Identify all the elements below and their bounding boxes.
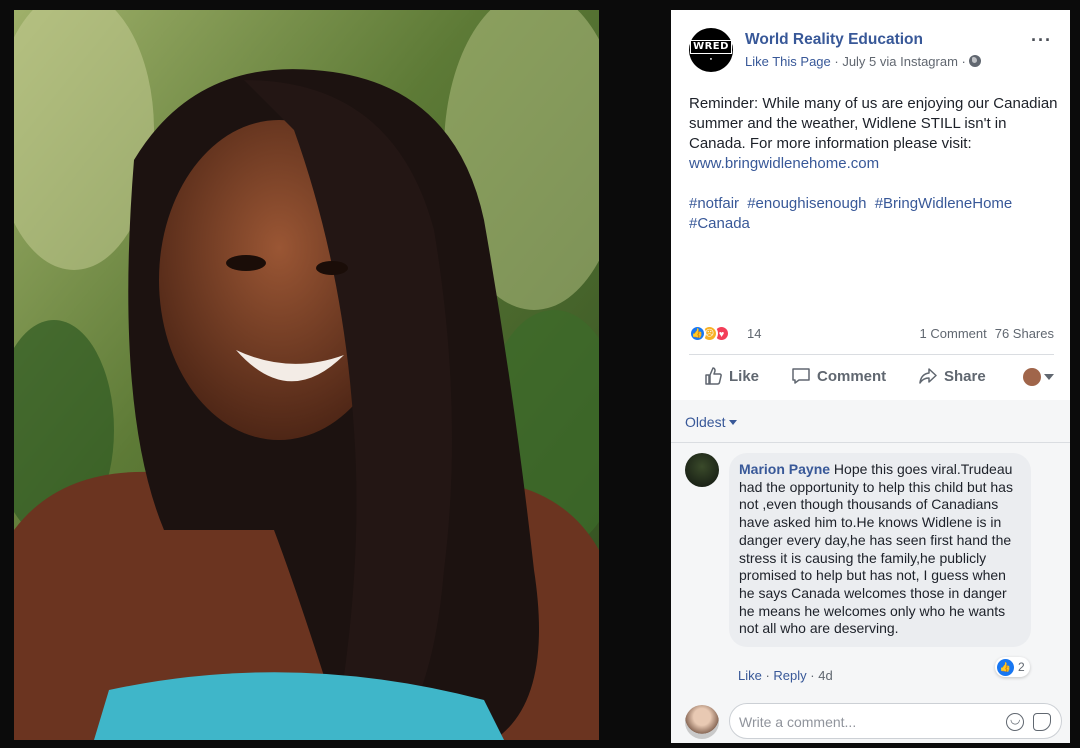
emoji-icon[interactable] xyxy=(1006,712,1024,731)
separator: · xyxy=(761,668,774,683)
post-actions: Like Comment Share xyxy=(689,362,1054,392)
portrait-image xyxy=(14,10,599,740)
like-label: Like xyxy=(729,367,760,385)
page-name-link[interactable]: World Reality Education xyxy=(745,31,923,49)
comment-as-selector[interactable] xyxy=(1023,368,1054,386)
separator: · xyxy=(806,668,819,683)
page-avatar[interactable]: WRED ● xyxy=(689,28,733,72)
comment-bubble: Marion Payne Hope this goes viral.Trudea… xyxy=(729,453,1031,648)
comment-icon xyxy=(792,368,810,384)
hashtag-link[interactable]: #Canada xyxy=(689,215,750,232)
thumbs-up-icon xyxy=(705,367,722,385)
post-header: WRED ● World Reality Education Like This… xyxy=(689,28,1056,74)
hashtag-link[interactable]: #BringWidleneHome xyxy=(875,195,1013,212)
comment-text: Hope this goes viral.Trudeau had the opp… xyxy=(739,461,1013,637)
globe-icon xyxy=(969,55,982,67)
page-logo-text: WRED xyxy=(690,39,732,54)
viewer-avatar xyxy=(1023,368,1041,386)
like-reaction-icon[interactable]: 👍 xyxy=(689,325,706,342)
comment-reaction-badge[interactable]: 👍 2 xyxy=(995,657,1030,677)
comment-sort-dropdown[interactable]: Oldest xyxy=(685,414,738,430)
like-reaction-icon: 👍 xyxy=(997,658,1014,676)
comment-label: Comment xyxy=(817,367,887,385)
like-button[interactable]: Like xyxy=(703,366,759,386)
share-icon xyxy=(919,368,937,384)
reactions-row: 👍 ☹ ♥ 14 1 Comment 76 Shares xyxy=(689,324,1054,344)
commenter-avatar[interactable] xyxy=(685,453,719,487)
share-label: Share xyxy=(944,367,986,385)
comment-button[interactable]: Comment xyxy=(791,366,886,386)
post-link[interactable]: www.bringwidlenehome.com xyxy=(689,155,879,172)
hashtags: #notfair #enoughisenough #BringWidleneHo… xyxy=(689,194,1059,234)
comments-shares: 1 Comment 76 Shares xyxy=(920,326,1054,341)
comment-age[interactable]: 4d xyxy=(818,668,832,683)
sort-label: Oldest xyxy=(685,414,726,430)
divider xyxy=(671,442,1070,443)
comment-like-link[interactable]: Like xyxy=(738,668,762,683)
post-panel: WRED ● World Reality Education Like This… xyxy=(671,10,1070,743)
post-meta: Like This Page · July 5 via Instagram · xyxy=(745,54,982,69)
more-options-button[interactable]: ··· xyxy=(1031,30,1052,51)
share-count-link[interactable]: 76 Shares xyxy=(995,326,1054,341)
comment-actions: Like · Reply · 4d xyxy=(738,668,833,683)
viewer-avatar xyxy=(685,705,719,739)
logo-mark: ● xyxy=(709,55,713,61)
chevron-down-icon xyxy=(729,419,738,425)
reaction-count[interactable]: 14 xyxy=(747,326,761,341)
post-photo[interactable] xyxy=(14,10,599,740)
divider xyxy=(689,354,1054,355)
hashtag-link[interactable]: #enoughisenough xyxy=(747,195,866,212)
share-button[interactable]: Share xyxy=(918,366,986,386)
comment-reply-link[interactable]: Reply xyxy=(773,668,806,683)
comment-author-link[interactable]: Marion Payne xyxy=(739,461,830,477)
post-date: · July 5 via Instagram · xyxy=(830,54,970,69)
comment-count-link[interactable]: 1 Comment xyxy=(920,326,987,341)
post-text: Reminder: While many of us are enjoying … xyxy=(689,94,1059,174)
post-body: Reminder: While many of us are enjoying … xyxy=(689,95,1058,152)
write-comment-row: Write a comment... xyxy=(671,694,1070,743)
chevron-down-icon xyxy=(1044,374,1054,380)
like-page-link[interactable]: Like This Page xyxy=(745,54,831,69)
comment-like-count: 2 xyxy=(1018,660,1025,674)
hashtag-link[interactable]: #notfair xyxy=(689,195,739,212)
